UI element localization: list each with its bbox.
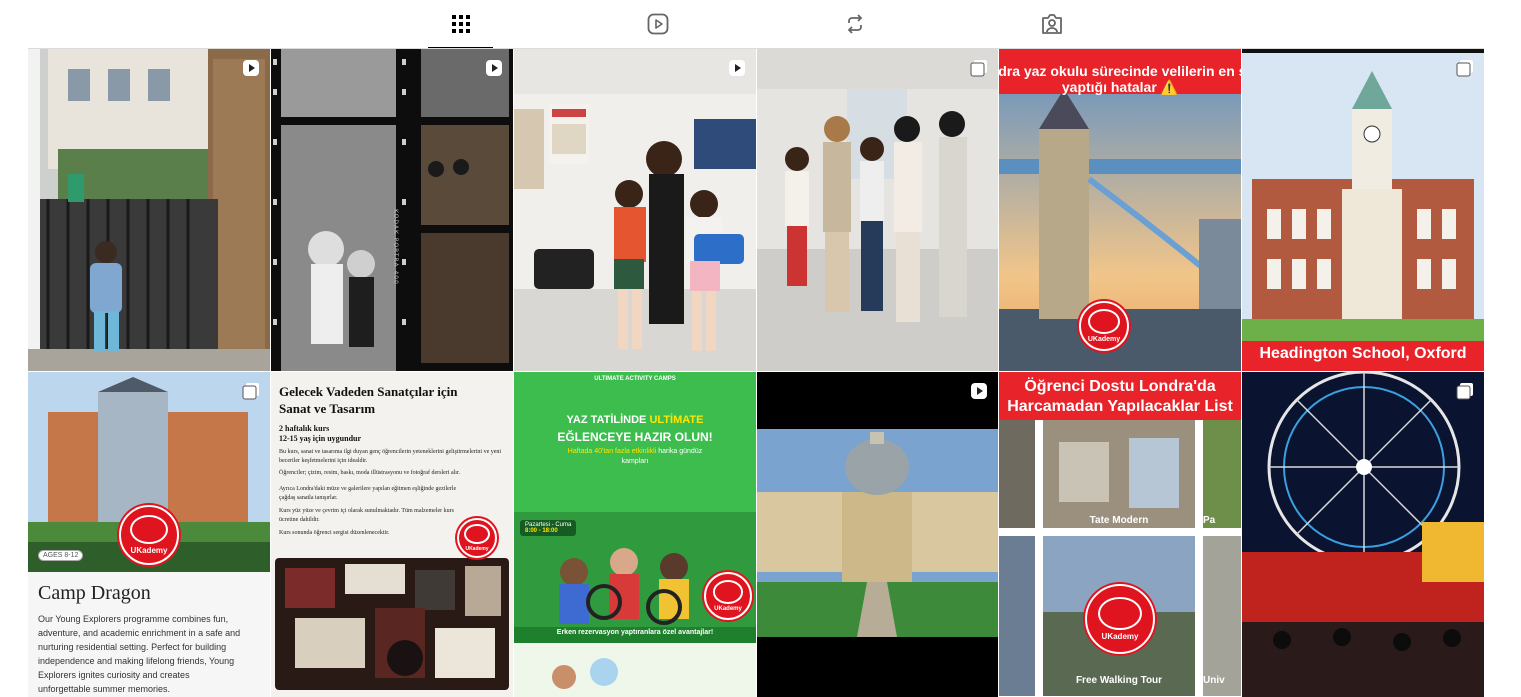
brand-label: ULTIMATE ACTIVITY CAMPS <box>594 376 676 382</box>
headline-part: ULTİMATE <box>649 414 704 426</box>
reel-icon <box>729 60 745 76</box>
reel-icon <box>243 60 259 76</box>
reel-icon <box>486 60 502 76</box>
post-footer: Erken rezervasyon yaptıranlara özel avan… <box>556 629 714 636</box>
post-body: Kurs yüz yüze ve çevrim içi olarak sunul… <box>279 508 454 523</box>
post-body: Bu kurs, sanat ve tasarıma ilgi duyan ge… <box>279 449 502 464</box>
posts-grid: KODAK PORTRA 400 ndra yaz okulu sürecind… <box>28 49 1484 697</box>
post-subtitle: 12-15 yaş için uygundur <box>279 434 362 443</box>
post-headline: EĞLENCEYE HAZIR OLUN! <box>557 430 713 444</box>
post-headline: Harcamadan Yapılacaklar List <box>1007 398 1233 415</box>
post-thumbnail <box>28 49 270 371</box>
post-headline: Öğrenci Dostu Londra'da <box>1024 378 1216 395</box>
post-thumbnail <box>1242 49 1484 371</box>
post-subtitle: Haftada 40'tan fazla etkinlikli harika g… <box>514 448 756 455</box>
post-headline: ndra yaz okulu sürecinde velilerin en sı <box>999 63 1241 79</box>
post-thumbnail <box>757 372 998 697</box>
schedule-badge: Pazartesi - Cuma 8:00 - 18:00 <box>520 520 577 536</box>
tagged-icon <box>1041 14 1062 34</box>
reels-icon <box>647 13 668 35</box>
post-thumbnail <box>514 49 756 371</box>
post-tile[interactable]: ndra yaz okulu sürecinde velilerin en sı… <box>999 49 1241 371</box>
film-label: KODAK PORTRA 400 <box>392 209 399 285</box>
brand-logo: UKademy <box>119 505 179 565</box>
carousel-icon <box>1456 60 1473 77</box>
photo-label: Univ <box>1203 675 1225 686</box>
schedule-hours: 8:00 - 18:00 <box>525 528 558 534</box>
post-title: Camp Dragon <box>38 582 151 604</box>
profile-tab-bar <box>0 0 1521 49</box>
post-tile[interactable]: Headington School, Oxford <box>1242 49 1484 371</box>
age-tag: AGES 8-12 <box>38 550 84 561</box>
photo-label: Free Walking Tour <box>1075 675 1163 686</box>
grid-icon <box>451 15 470 33</box>
post-tile[interactable]: ULTIMATE ACTIVITY CAMPS YAZ TATİLİNDE UL… <box>514 372 756 697</box>
post-subtitle: kampları <box>621 458 649 465</box>
post-thumbnail <box>1242 372 1484 697</box>
subtitle-part: harika gündüz <box>658 448 703 455</box>
post-tile[interactable]: UKademy AGES 8-12 Camp Dragon Our Young … <box>28 372 270 697</box>
brand-logo: UKademy <box>704 572 752 620</box>
carousel-icon <box>1456 383 1473 400</box>
brand-logo: UKademy <box>1085 584 1155 654</box>
post-headline: YAZ TATİLİNDE ULTİMATE <box>514 414 756 426</box>
post-tile[interactable]: KODAK PORTRA 400 <box>271 49 513 371</box>
repost-icon <box>847 14 862 34</box>
post-tile[interactable] <box>757 49 998 371</box>
post-headline: yaptığı hatalar ⚠️ <box>1061 79 1179 95</box>
post-title: Gelecek Vadeden Sanatçılar için <box>279 384 458 399</box>
post-thumbnail <box>757 49 998 371</box>
post-body: Ayrıca Londra'daki müze ve galerilere ya… <box>279 486 457 501</box>
brand-logo: UKademy <box>1079 301 1129 351</box>
reel-icon <box>971 383 987 399</box>
carousel-icon <box>970 60 987 77</box>
post-title: Sanat ve Tasarım <box>279 401 376 416</box>
headline-part: YAZ TATİLİNDE <box>566 414 650 426</box>
post-tile[interactable]: Öğrenci Dostu Londra'da Harcamadan Yapıl… <box>999 372 1241 697</box>
subtitle-part: Haftada 40'tan fazla etkinlikli <box>567 448 659 455</box>
post-tile[interactable] <box>757 372 998 697</box>
post-subtitle: 2 haftalık kurs <box>279 424 330 433</box>
tab-tagged[interactable] <box>1019 0 1084 48</box>
post-tile[interactable] <box>1242 372 1484 697</box>
tab-reposts[interactable] <box>822 0 887 48</box>
tab-reels[interactable] <box>625 0 690 48</box>
post-caption: Headington School, Oxford <box>1259 345 1467 362</box>
post-tile[interactable] <box>514 49 756 371</box>
post-tile[interactable] <box>28 49 270 371</box>
photo-label: Pa <box>1203 515 1216 526</box>
post-tile[interactable]: Gelecek Vadeden Sanatçılar için Sanat ve… <box>271 372 513 697</box>
tab-posts[interactable] <box>428 0 493 48</box>
post-body: Öğrenciler; çizim, resim, baskı, moda il… <box>279 470 461 476</box>
post-thumbnail <box>275 558 509 690</box>
post-body: Our Young Explorers programme combines f… <box>38 614 241 694</box>
photo-label: Tate Modern <box>1089 515 1149 526</box>
brand-logo: UKademy <box>457 518 497 558</box>
carousel-icon <box>242 383 259 400</box>
post-body: Kurs sonunda öğrenci sergisi düzenlenece… <box>279 530 390 536</box>
